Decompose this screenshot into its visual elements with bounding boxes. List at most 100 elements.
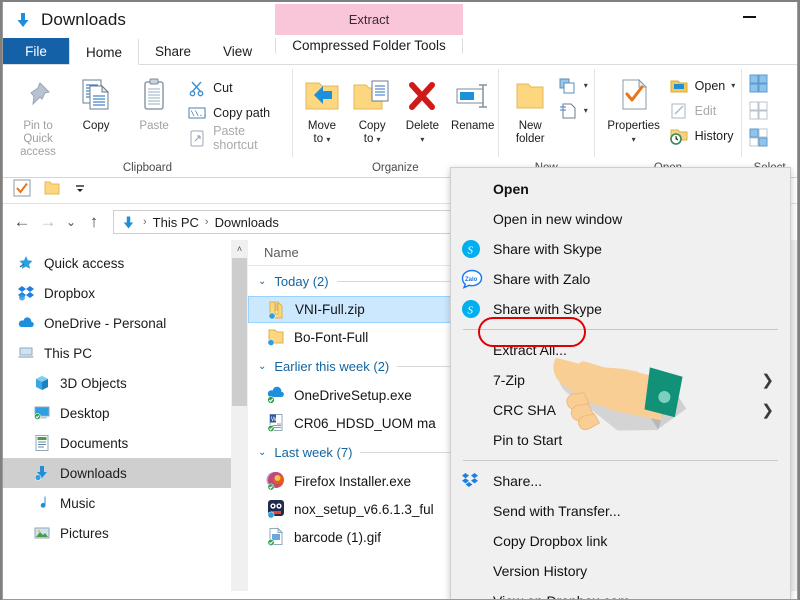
open-button[interactable]: Open ▾ <box>669 75 742 97</box>
tab-compressed-folder-tools[interactable]: Compressed Folder Tools <box>275 38 463 54</box>
select-none-button[interactable] <box>748 100 776 122</box>
scroll-up-arrow-icon[interactable]: ˄ <box>231 240 248 257</box>
file-name: barcode (1).gif <box>294 529 382 545</box>
skype-icon: S <box>461 239 487 259</box>
chevron-down-icon[interactable]: ▾ <box>420 135 424 144</box>
chevron-down-icon[interactable]: ⌄ <box>258 447 266 458</box>
new-folder-button[interactable]: New folder <box>503 71 558 146</box>
select-all-button[interactable] <box>748 73 776 95</box>
properties-button[interactable]: Properties ▾ <box>599 71 669 146</box>
menu-item-label: Share with Skype <box>493 241 602 257</box>
column-header-name[interactable]: Name <box>264 245 299 260</box>
new-item-icon <box>558 77 578 95</box>
menu-item-share-with-skype[interactable]: S Share with Skype <box>451 234 790 264</box>
paste-shortcut-button[interactable]: Paste shortcut <box>187 124 292 152</box>
folder-sync-icon <box>266 327 286 347</box>
invert-selection-icon <box>748 128 770 148</box>
sidebar-item-downloads[interactable]: Downloads <box>3 458 231 488</box>
menu-item-share[interactable]: Share... <box>451 466 790 496</box>
new-folder-small-icon[interactable] <box>43 180 61 201</box>
menu-item-open-in-new-window[interactable]: Open in new window <box>451 204 790 234</box>
new-item-button[interactable]: ▾ <box>558 75 594 97</box>
ribbon-group-clipboard: Pin to Quick access Copy Paste Cut \\.. … <box>3 65 292 177</box>
paste-label: Paste <box>139 120 169 132</box>
delete-label: Delete ▾ <box>405 120 440 144</box>
menu-item-share-with-zalo[interactable]: Zalo Share with Zalo <box>451 264 790 294</box>
menu-item-share-with-skype-2[interactable]: S Share with Skype <box>451 294 790 324</box>
copy-button[interactable]: Copy <box>67 71 125 133</box>
sidebar-item-music[interactable]: Music <box>3 488 231 518</box>
rename-button[interactable]: Rename <box>448 71 498 133</box>
sidebar-item-quick-access[interactable]: Quick access <box>3 248 231 278</box>
navigation-scrollbar[interactable]: ˄ <box>231 240 248 591</box>
paste-shortcut-icon <box>187 129 207 147</box>
group-header-label: Last week (7) <box>274 444 353 460</box>
scrollbar-thumb[interactable] <box>232 258 247 406</box>
sidebar-item-onedrive[interactable]: OneDrive - Personal <box>3 308 231 338</box>
cut-button[interactable]: Cut <box>187 77 292 99</box>
tab-file[interactable]: File <box>3 38 69 64</box>
submenu-arrow-icon: ❯ <box>761 372 774 389</box>
sidebar-item-this-pc[interactable]: This PC <box>3 338 231 368</box>
tab-share[interactable]: Share <box>139 38 207 64</box>
chevron-down-icon[interactable]: ▾ <box>326 135 330 144</box>
sidebar-item-dropbox[interactable]: Dropbox <box>3 278 231 308</box>
menu-icon-placeholder <box>461 531 487 551</box>
customize-chevron-icon[interactable] <box>73 182 87 200</box>
svg-text:\\..: \\.. <box>191 111 208 119</box>
chevron-down-icon[interactable]: ▾ <box>632 135 636 144</box>
pin-to-quick-access-button[interactable]: Pin to Quick access <box>9 71 67 159</box>
delete-button[interactable]: Delete ▾ <box>397 71 447 146</box>
properties-checkbox-icon[interactable] <box>13 179 31 202</box>
menu-item-open[interactable]: Open <box>451 174 790 204</box>
this-pc-icon <box>17 344 35 362</box>
quick-access-star-icon <box>17 254 35 272</box>
breadcrumb-downloads[interactable]: Downloads <box>215 215 279 230</box>
sidebar-item-documents[interactable]: Documents <box>3 428 231 458</box>
sidebar-item-label: 3D Objects <box>60 375 127 391</box>
chevron-down-icon[interactable]: ▾ <box>731 82 735 90</box>
menu-icon-placeholder <box>461 370 487 390</box>
sidebar-item-3d-objects[interactable]: 3D Objects <box>3 368 231 398</box>
invert-selection-button[interactable] <box>748 127 776 149</box>
back-button[interactable]: ← <box>9 209 35 235</box>
move-to-button[interactable]: Move to ▾ <box>297 71 347 146</box>
chevron-down-icon[interactable]: ⌄ <box>258 361 266 372</box>
onedrive-setup-icon <box>266 385 286 405</box>
sidebar-item-pictures[interactable]: Pictures <box>3 518 231 548</box>
menu-item-label: Share with Skype <box>493 301 602 317</box>
chevron-down-icon[interactable]: ▾ <box>584 82 588 90</box>
copy-to-button[interactable]: Copy to ▾ <box>347 71 397 146</box>
history-button[interactable]: History <box>669 125 742 147</box>
sidebar-item-label: Pictures <box>60 525 109 541</box>
pin-icon <box>21 75 55 117</box>
easy-access-button[interactable]: ▾ <box>558 100 594 122</box>
download-arrow-icon <box>120 214 137 231</box>
chevron-down-icon[interactable]: ▾ <box>377 135 381 144</box>
menu-item-send-with-transfer[interactable]: Send with Transfer... <box>451 496 790 526</box>
copy-path-icon: \\.. <box>187 104 207 122</box>
menu-item-view-on-dropbox[interactable]: View on Dropbox.com <box>451 586 790 599</box>
forward-button[interactable]: → <box>35 209 61 235</box>
scissors-icon <box>187 79 207 97</box>
minimize-icon <box>742 16 756 18</box>
menu-icon-placeholder <box>461 400 487 420</box>
sidebar-item-label: Music <box>60 495 96 511</box>
copy-path-button[interactable]: \\.. Copy path <box>187 102 292 124</box>
up-button[interactable]: ↑ <box>81 209 107 235</box>
tab-view[interactable]: View <box>207 38 268 64</box>
menu-item-version-history[interactable]: Version History <box>451 556 790 586</box>
menu-item-label: Send with Transfer... <box>493 503 621 519</box>
breadcrumb-this-pc[interactable]: This PC <box>153 215 199 230</box>
sidebar-item-desktop[interactable]: Desktop <box>3 398 231 428</box>
tab-home[interactable]: Home <box>69 38 140 65</box>
recent-locations-button[interactable]: ⌄ <box>61 209 81 235</box>
file-name: Firefox Installer.exe <box>294 473 412 489</box>
paste-button[interactable]: Paste <box>125 71 183 133</box>
edit-button[interactable]: Edit <box>669 100 742 122</box>
chevron-down-icon[interactable]: ⌄ <box>258 276 266 287</box>
ribbon-group-open: Properties ▾ Open ▾ Edit History <box>595 65 742 177</box>
minimize-button[interactable] <box>731 2 767 32</box>
chevron-down-icon[interactable]: ▾ <box>584 107 588 115</box>
menu-item-copy-dropbox-link[interactable]: Copy Dropbox link <box>451 526 790 556</box>
